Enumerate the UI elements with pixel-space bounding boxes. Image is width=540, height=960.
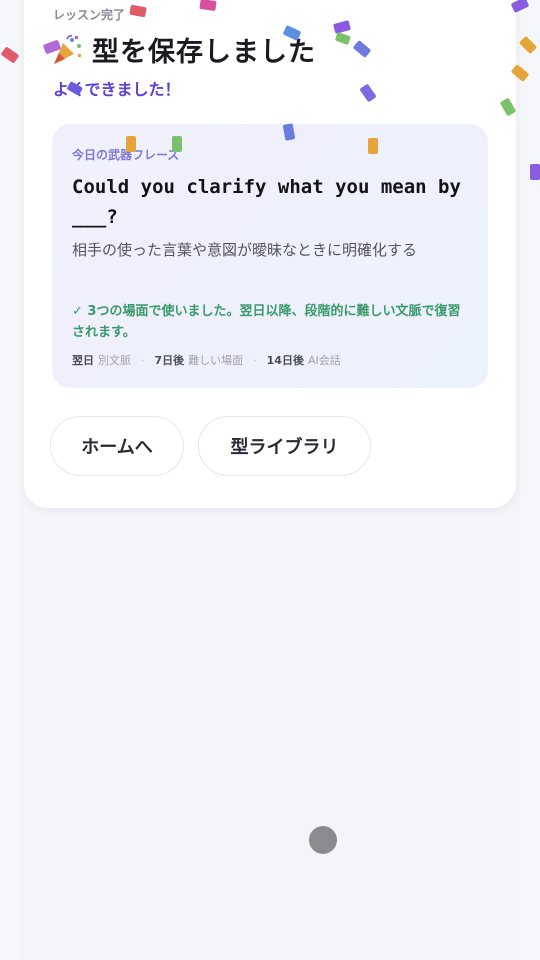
review-note: ✓ 3つの場面で使いました。翌日以降、段階的に難しい文脈で復習されます。 xyxy=(72,304,461,340)
schedule-day: 翌日 xyxy=(72,354,94,367)
phrase-card: 今日の武器フレーズ Could you clarify what you mea… xyxy=(52,124,488,388)
page-title: 型を保存しました xyxy=(92,37,316,68)
schedule-separator: · xyxy=(253,353,257,367)
schedule-desc: 別文脈 xyxy=(98,354,131,367)
schedule-separator: · xyxy=(141,353,145,367)
schedule-desc: AI会話 xyxy=(307,354,341,367)
pattern-library-button[interactable]: 型ライブラリ xyxy=(198,416,371,476)
schedule-day: 14日後 xyxy=(266,354,304,367)
review-schedule: 翌日 別文脈 · 7日後 難しい場面 · 14日後 AI会話 xyxy=(72,352,341,368)
phrase-text: Could you clarify what you mean by ___? xyxy=(72,176,461,228)
schedule-day: 7日後 xyxy=(154,354,185,367)
praise-subtitle: よくできました！ xyxy=(53,80,181,99)
phrase-card-label: 今日の武器フレーズ xyxy=(72,148,180,162)
touch-cursor-indicator xyxy=(309,826,337,854)
party-popper-icon xyxy=(54,34,81,64)
lesson-complete-eyebrow: レッスン完了 xyxy=(53,8,126,22)
schedule-desc: 難しい場面 xyxy=(188,354,244,367)
home-button[interactable]: ホームへ xyxy=(50,416,184,476)
title-row: 型を保存しました xyxy=(50,30,316,69)
phrase-meaning: 相手の使った言葉や意図が曖昧なときに明確化する xyxy=(72,241,418,259)
